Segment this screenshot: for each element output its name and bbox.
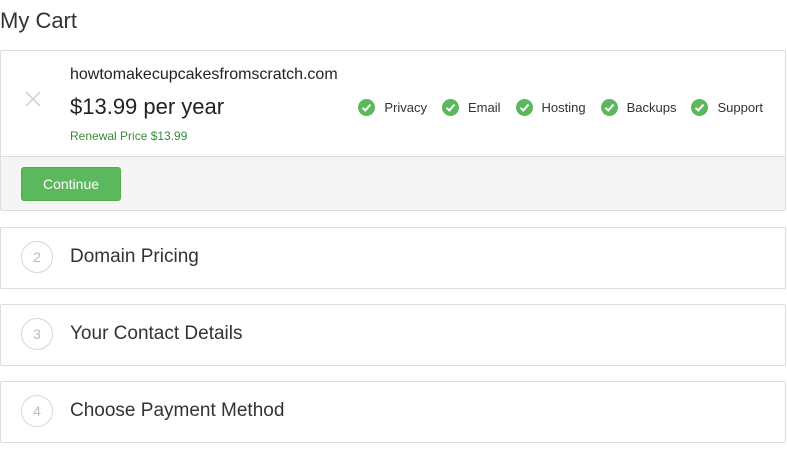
cart-item-card: howtomakecupcakesfromscratch.com $13.99 … <box>0 50 786 211</box>
step-number-badge: 2 <box>21 241 53 273</box>
feature-privacy: Privacy <box>358 98 427 116</box>
step-label: Domain Pricing <box>70 246 199 267</box>
feature-backups: Backups <box>600 98 677 116</box>
domain-name: howtomakecupcakesfromscratch.com <box>70 66 338 83</box>
feature-label: Privacy <box>384 99 427 115</box>
step-payment-method[interactable]: 4 Choose Payment Method <box>0 381 786 443</box>
check-circle-icon <box>441 98 459 116</box>
cart-item-summary: howtomakecupcakesfromscratch.com $13.99 … <box>1 51 785 157</box>
feature-support: Support <box>691 98 763 116</box>
step-domain-pricing[interactable]: 2 Domain Pricing <box>0 227 786 289</box>
step-label: Your Contact Details <box>70 323 243 344</box>
check-circle-icon <box>515 98 533 116</box>
page-title: My Cart <box>0 8 77 33</box>
feature-label: Support <box>717 99 763 115</box>
step-number-badge: 3 <box>21 318 53 350</box>
step-contact-details[interactable]: 3 Your Contact Details <box>0 304 786 366</box>
check-circle-icon <box>600 98 618 116</box>
feature-label: Hosting <box>541 99 586 115</box>
cart-actions: Continue <box>1 157 785 210</box>
cart-page: My Cart howtomakecupcakesfromscratch.com… <box>0 0 787 449</box>
check-circle-icon <box>358 98 376 116</box>
check-circle-icon <box>691 98 709 116</box>
feature-label: Backups <box>626 99 677 115</box>
step-number-badge: 4 <box>21 395 53 427</box>
feature-list: Privacy Email Hosting Backups Support <box>358 97 763 117</box>
continue-button[interactable]: Continue <box>21 167 121 201</box>
feature-hosting: Hosting <box>515 98 586 116</box>
domain-price: $13.99 per year <box>70 94 225 119</box>
renewal-price: Renewal Price $13.99 <box>70 129 188 143</box>
feature-email: Email <box>441 98 501 116</box>
feature-label: Email <box>467 99 501 115</box>
remove-item-close-icon[interactable] <box>23 89 43 109</box>
step-label: Choose Payment Method <box>70 400 285 421</box>
